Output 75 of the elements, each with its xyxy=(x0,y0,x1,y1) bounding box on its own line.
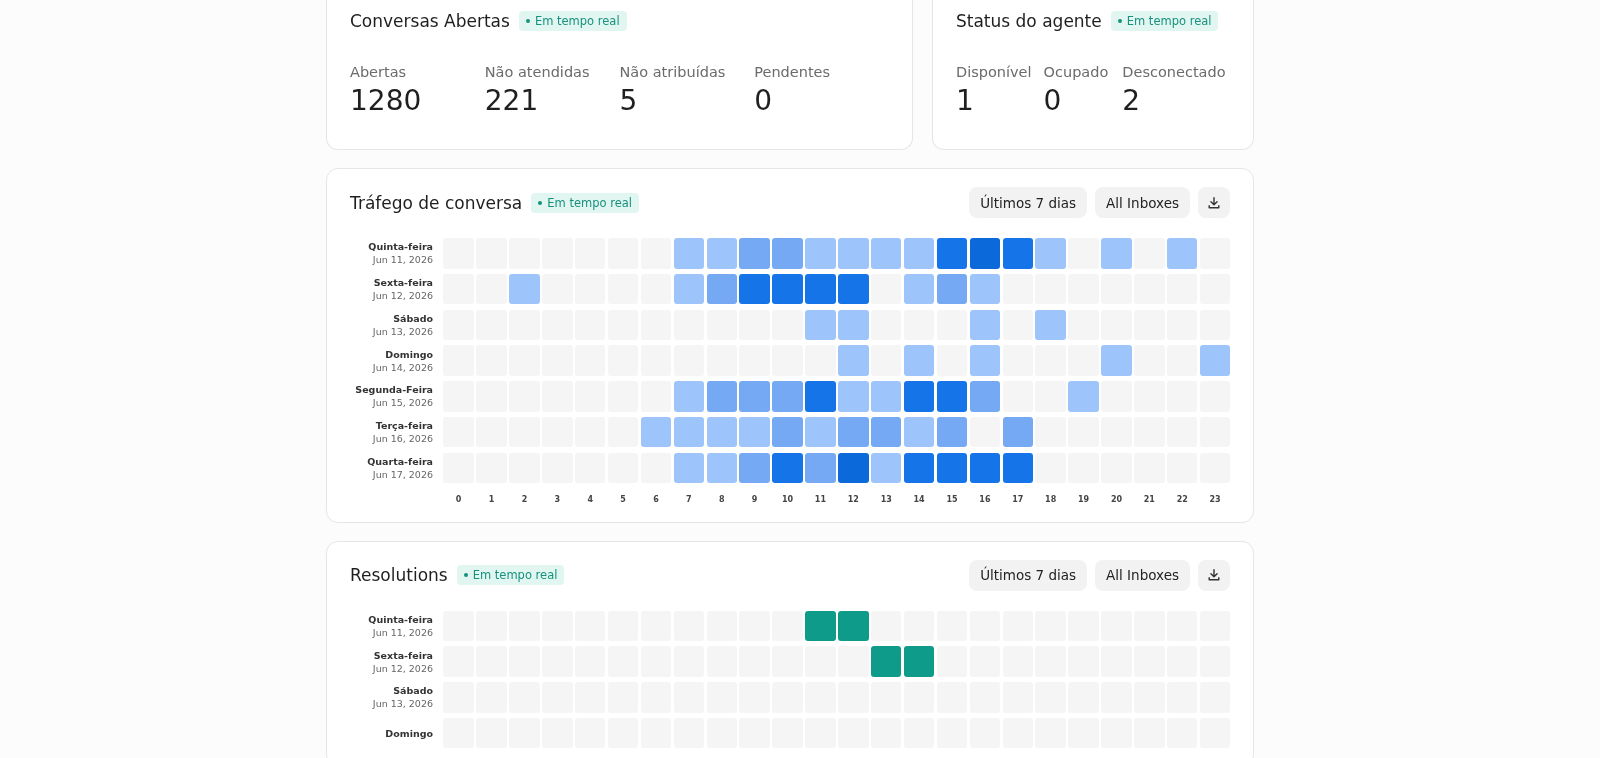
day-label: Sábado xyxy=(393,312,433,324)
day-label: Sábado xyxy=(393,685,433,697)
card-title: Status do agente xyxy=(956,11,1102,31)
hour-label: 17 xyxy=(1011,494,1025,504)
hour-label: 19 xyxy=(1077,494,1091,504)
hour-label: 8 xyxy=(717,494,726,504)
live-badge: Em tempo real xyxy=(531,192,639,213)
metric-label: Abertas xyxy=(350,64,408,80)
card-title: Conversas Abertas xyxy=(350,11,510,31)
download-icon xyxy=(1207,195,1221,210)
hour-label: 0 xyxy=(454,494,463,504)
hour-label: 10 xyxy=(780,494,795,504)
day-label: Quarta-feira xyxy=(367,456,433,468)
date-label: Jun 15, 2026 xyxy=(372,397,433,409)
hour-label: 15 xyxy=(945,494,959,504)
metric-label: Ocupado xyxy=(1043,64,1109,80)
metric-value: 0 xyxy=(754,84,774,117)
hour-label: 16 xyxy=(978,494,992,504)
date-label: Jun 14, 2026 xyxy=(372,361,433,373)
day-label: Quinta-feira xyxy=(368,613,433,625)
hour-label: 7 xyxy=(685,494,693,504)
chart-title: Resolutions xyxy=(350,565,448,586)
hour-label: 13 xyxy=(879,494,893,504)
hour-label: 2 xyxy=(520,494,529,504)
date-range-button[interactable]: Últimos 7 dias xyxy=(969,559,1088,591)
date-label: Jun 12, 2026 xyxy=(372,662,433,674)
metric-value: 221 xyxy=(484,84,540,117)
metric-value: 5 xyxy=(619,84,639,117)
metric-value: 2 xyxy=(1122,84,1142,117)
hour-label: 4 xyxy=(586,494,594,504)
download-icon xyxy=(1207,568,1221,583)
date-label: Jun 16, 2026 xyxy=(372,433,433,445)
inbox-filter-button[interactable]: All Inboxes xyxy=(1095,559,1190,591)
metric-label: Não atendidas xyxy=(484,64,591,80)
metric-value: 0 xyxy=(1043,84,1063,117)
day-label: Segunda-Feira xyxy=(355,384,433,396)
hour-label: 5 xyxy=(619,494,627,504)
hour-label: 23 xyxy=(1208,494,1222,504)
metric-value: 1 xyxy=(956,84,975,117)
date-label: Jun 11, 2026 xyxy=(372,254,433,266)
download-button[interactable] xyxy=(1198,187,1230,218)
day-label: Sexta-feira xyxy=(373,277,433,289)
date-label: Jun 12, 2026 xyxy=(372,290,433,302)
hour-label: 3 xyxy=(553,494,562,504)
hour-label: 1 xyxy=(487,494,496,504)
chart-title: Tráfego de conversa xyxy=(350,192,523,213)
download-button[interactable] xyxy=(1198,559,1230,591)
hour-label: 20 xyxy=(1109,494,1123,504)
day-label: Domingo xyxy=(385,727,433,739)
metric-label: Desconectado xyxy=(1122,64,1226,80)
hour-label: 18 xyxy=(1044,494,1058,504)
hour-label: 21 xyxy=(1142,494,1156,504)
hour-label: 22 xyxy=(1175,494,1189,504)
metric-value: 1280 xyxy=(350,84,423,117)
day-label: Sexta-feira xyxy=(373,649,433,661)
hour-label: 6 xyxy=(652,494,660,504)
metric-label: Não atribuídas xyxy=(619,64,727,80)
day-label: Terça-feira xyxy=(375,420,433,432)
date-label: Jun 13, 2026 xyxy=(372,325,433,337)
hour-label: 9 xyxy=(750,494,759,504)
day-label: Domingo xyxy=(385,348,433,360)
hour-label: 11 xyxy=(813,494,827,504)
date-label: Jun 11, 2026 xyxy=(372,626,433,638)
live-badge: Em tempo real xyxy=(518,11,627,31)
live-badge: Em tempo real xyxy=(456,565,565,586)
metric-label: Disponível xyxy=(956,64,1032,80)
hour-label: 14 xyxy=(912,494,926,504)
date-label: Jun 17, 2026 xyxy=(372,469,433,481)
hour-label: 12 xyxy=(846,494,860,504)
live-badge: Em tempo real xyxy=(1110,11,1219,31)
inbox-filter-button[interactable]: All Inboxes xyxy=(1095,187,1190,218)
metric-label: Pendentes xyxy=(754,64,832,80)
date-label: Jun 13, 2026 xyxy=(372,698,433,710)
day-label: Quinta-feira xyxy=(368,241,433,253)
date-range-button[interactable]: Últimos 7 dias xyxy=(969,187,1088,218)
